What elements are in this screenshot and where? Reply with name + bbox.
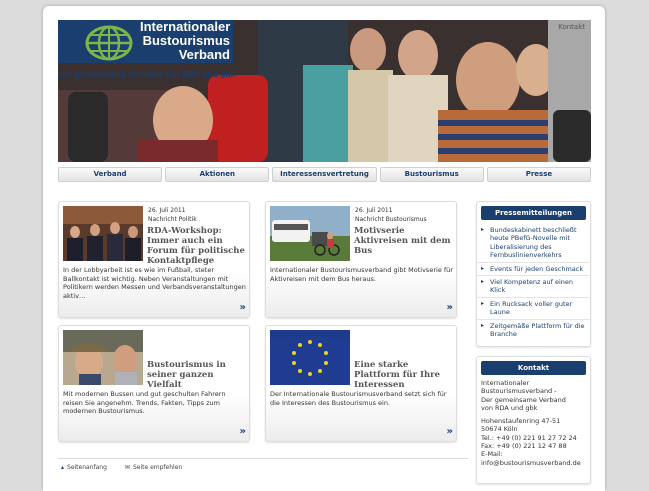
more-arrow-icon[interactable]: » (240, 426, 247, 437)
contact-org: Internationaler (481, 379, 530, 387)
chevron-right-icon: ▸ (481, 226, 485, 233)
chevron-right-icon: ▸ (481, 299, 485, 307)
nav-item-interessensvertretung[interactable]: Interessensvertretung (272, 167, 377, 182)
contact-phone: Tel.: +49 (0) 221 91 27 72 24 (481, 433, 577, 442)
press-item[interactable]: ▸ Viel Kompetenz auf einen Klick (477, 276, 590, 298)
news-title[interactable]: RDA-Workshop: Immer auch ein Forum für p… (147, 226, 247, 266)
contact-box: Kontakt Internationaler Bustourismusverb… (476, 356, 591, 484)
globe-icon (85, 25, 133, 61)
envelope-icon: ✉ (124, 464, 130, 471)
news-card[interactable]: 26. Juli 2011 Nachricht Bustourismus Mot… (265, 201, 457, 318)
chevron-right-icon: ▸ (481, 278, 485, 286)
news-card[interactable]: 26. Juli 2011 Nachricht Politik RDA-Work… (58, 201, 250, 318)
press-item[interactable]: ▸ Zeitgemäße Plattform für die Branche (477, 320, 590, 341)
press-item[interactable]: ▸ Bundeskabinett beschließt heute PBefG-… (477, 224, 590, 263)
nav-item-aktionen[interactable]: Aktionen (165, 167, 270, 182)
press-item[interactable]: ▸ Events für jeden Geschmack (477, 263, 590, 277)
contact-email-link[interactable]: info@bustourismusverband.de (477, 459, 590, 467)
topic-thumbnail (63, 330, 143, 385)
news-thumbnail (270, 206, 350, 261)
chevron-right-icon: ▸ (481, 264, 485, 272)
contact-city: 50674 Köln (481, 425, 518, 434)
press-heading: Pressemitteilungen (481, 206, 586, 220)
page-top-link[interactable]: ▴ Seitenanfang (61, 464, 107, 471)
contact-org: von RDA und gbk (481, 403, 538, 412)
more-arrow-icon[interactable]: » (447, 426, 454, 437)
topic-title[interactable]: Bustourismus in seiner ganzen Vielfalt (147, 360, 247, 390)
logo-subtitle: Der gemeinsame Verband von RDA und gbk (58, 69, 236, 79)
footer: ▴ Seitenanfang ✉ Seite empfehlen (61, 464, 182, 471)
contact-heading: Kontakt (481, 361, 586, 375)
contact-email-label: E-Mail: (481, 450, 503, 459)
footer-divider (58, 458, 468, 459)
nav-item-presse[interactable]: Presse (486, 167, 592, 182)
news-teaser: Internationaler Bustourismusverband gibt… (270, 266, 453, 283)
chevron-right-icon: ▸ (481, 321, 485, 329)
kontakt-link[interactable]: Kontakt (558, 23, 585, 31)
nav-item-bustourismus[interactable]: Bustourismus (379, 167, 484, 182)
topic-title[interactable]: Eine starke Plattform für Ihre Interesse… (354, 360, 454, 390)
topic-thumbnail (270, 330, 350, 385)
contact-street: Hohenstaufenring 47-51 (481, 417, 561, 426)
topic-card[interactable]: Bustourismus in seiner ganzen Vielfalt M… (58, 325, 250, 442)
arrow-up-icon: ▴ (61, 464, 65, 471)
logo-box: Internationaler Bustourismus Verband (58, 20, 233, 63)
news-title[interactable]: Motivserie Aktivreisen mit dem Bus (354, 226, 454, 256)
news-date: 26. Juli 2011 (148, 207, 186, 214)
topic-teaser: Der Internationale Bustourismusverband s… (270, 390, 447, 407)
more-arrow-icon[interactable]: » (447, 302, 454, 313)
press-box: Pressemitteilungen ▸ Bundeskabinett besc… (476, 201, 591, 347)
news-date: 26. Juli 2011 (355, 207, 393, 214)
news-thumbnail (63, 206, 143, 261)
news-teaser: In der Lobbyarbeit ist es wie im Fußball… (63, 266, 246, 300)
logo-title: Internationaler Bustourismus Verband (140, 19, 231, 62)
topic-card[interactable]: Eine starke Plattform für Ihre Interesse… (265, 325, 457, 442)
news-category: Nachricht Bustourismus (355, 216, 427, 223)
contact-fax: Fax: +49 (0) 221 12 47 88 (481, 442, 567, 451)
main-nav: Verband Aktionen Interessensvertretung B… (58, 167, 592, 183)
more-arrow-icon[interactable]: » (240, 302, 247, 313)
news-category: Nachricht Politik (148, 216, 197, 223)
topic-teaser: Mit modernen Bussen und gut geschulten F… (63, 390, 226, 416)
site-logo[interactable]: Internationaler Bustourismus Verband Der… (58, 20, 238, 90)
contact-org: Bustourismusverband - (481, 387, 557, 396)
press-item[interactable]: ▸ Ein Rucksack voller guter Laune (477, 298, 590, 320)
nav-item-verband[interactable]: Verband (58, 167, 163, 182)
recommend-link[interactable]: ✉ Seite empfehlen (125, 464, 182, 471)
page: Internationaler Bustourismus Verband Der… (43, 6, 605, 491)
contact-org: Der gemeinsame Verband (481, 395, 566, 404)
